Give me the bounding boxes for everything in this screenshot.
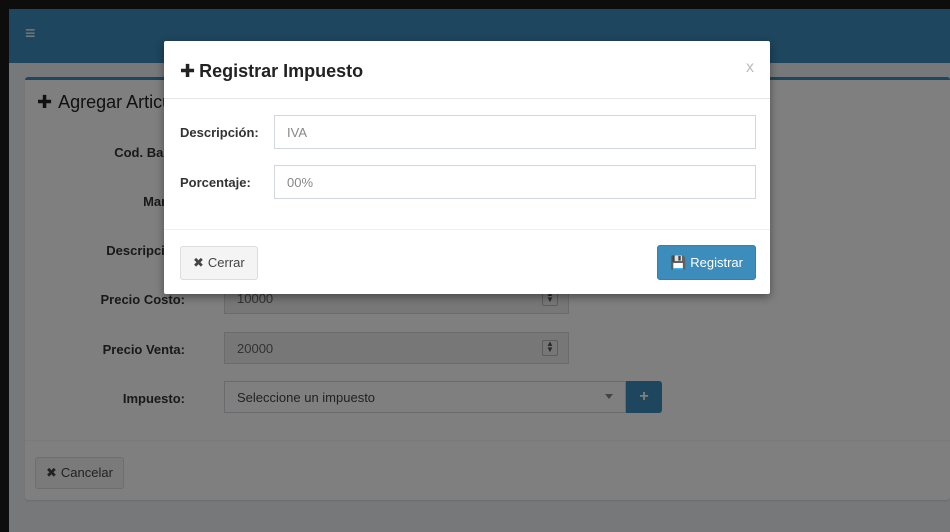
- plus-icon: ✚: [180, 61, 196, 81]
- modal-footer: ✖ Cerrar 💾 Registrar: [164, 229, 770, 295]
- modal-porcentaje-input[interactable]: 00%: [274, 165, 756, 199]
- modal-title-text: Registrar Impuesto: [199, 61, 364, 81]
- close-icon[interactable]: x: [746, 59, 754, 77]
- modal-header: ✚ Registrar Impuesto x: [164, 41, 770, 99]
- register-label: Registrar: [690, 255, 743, 270]
- save-icon: 💾: [670, 255, 687, 270]
- modal-close-label: Cerrar: [207, 255, 245, 270]
- modal-porcentaje-label: Porcentaje:: [180, 175, 251, 190]
- modal-close-button[interactable]: ✖ Cerrar: [180, 246, 258, 280]
- modal-descripcion-label: Descripción:: [180, 125, 259, 140]
- register-button[interactable]: 💾 Registrar: [657, 245, 756, 280]
- modal-descripcion-input[interactable]: IVA: [274, 115, 756, 149]
- modal-title: ✚ Registrar Impuesto: [180, 61, 363, 82]
- register-tax-modal: ✚ Registrar Impuesto x Descripción: IVA P…: [164, 41, 770, 294]
- close-icon: ✖: [193, 255, 204, 270]
